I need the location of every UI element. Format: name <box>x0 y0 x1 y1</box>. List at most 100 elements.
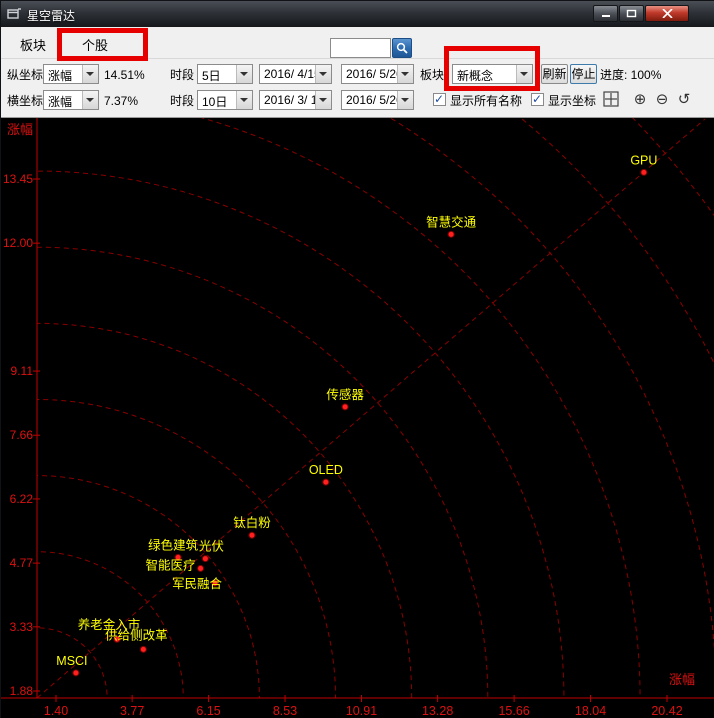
chart-point-label: 绿色建筑 <box>148 537 199 552</box>
end-date-picker-2[interactable]: 2016/ 5/26 <box>341 90 414 110</box>
x-tick-label: 13.28 <box>422 704 453 718</box>
x-axis-label: 横坐标 <box>7 94 43 108</box>
crosshair-icon <box>603 91 619 107</box>
chart-point[interactable] <box>641 169 647 175</box>
x-axis-change-value: 7.37% <box>104 94 138 108</box>
chevron-down-icon <box>516 65 532 83</box>
crosshair-mode-button[interactable] <box>602 90 620 108</box>
x-axis-metric-select[interactable]: 涨幅 <box>43 90 99 110</box>
chart-point[interactable] <box>198 565 204 571</box>
tab-stock[interactable]: 个股 <box>71 35 119 57</box>
x-tick-label: 6.15 <box>196 704 220 718</box>
chevron-down-icon <box>397 65 413 83</box>
y-axis-label: 纵坐标 <box>7 68 43 82</box>
y-axis-title: 涨幅 <box>7 122 33 137</box>
maximize-button[interactable] <box>619 5 644 22</box>
x-tick-label: 1.40 <box>44 704 68 718</box>
scatter-chart[interactable]: 1.40 3.77 6.15 8.53 10.91 13.28 15.66 18.04 20.4… <box>1 118 714 718</box>
search-icon <box>396 42 408 54</box>
period-select-2[interactable]: 10日 <box>197 90 253 110</box>
stop-button[interactable]: 停止 <box>570 64 597 84</box>
zoom-out-button[interactable]: ⊖ <box>653 90 671 108</box>
x-tick-label: 15.66 <box>498 704 529 718</box>
tab-divider <box>1 58 714 59</box>
y-tick-label: 12.00 <box>3 236 33 250</box>
progress-text: 进度: 100% <box>600 68 661 82</box>
chart-point-label: GPU <box>630 153 657 167</box>
show-coords-checkbox[interactable] <box>531 93 544 106</box>
x-tick-label: 20.42 <box>651 704 682 718</box>
chart-point[interactable] <box>448 231 454 237</box>
chevron-down-icon <box>397 91 413 109</box>
chart-canvas[interactable]: 1.40 3.77 6.15 8.53 10.91 13.28 15.66 18.04 20.4… <box>1 118 714 718</box>
sector-label: 板块 <box>420 68 444 82</box>
app-window: 星空雷达 板块 个股 纵坐标 涨幅 <box>0 0 714 718</box>
tab-sector[interactable]: 板块 <box>9 35 57 57</box>
minimize-icon <box>601 9 611 18</box>
minimize-button[interactable] <box>593 5 618 22</box>
chart-point-label: 钛白粉 <box>233 515 271 530</box>
chevron-down-icon <box>236 65 252 83</box>
show-coords-label: 显示坐标 <box>548 94 596 108</box>
y-tick-label: 4.77 <box>10 556 34 570</box>
maximize-icon <box>626 9 637 18</box>
close-icon <box>662 9 673 18</box>
titlebar: 星空雷达 <box>1 1 714 27</box>
grid-arc <box>1 476 259 718</box>
x-tick-label: 8.53 <box>273 704 297 718</box>
chart-point[interactable] <box>73 670 79 676</box>
chart-point-label: 光伏 <box>199 540 225 554</box>
x-tick-label: 18.04 <box>575 704 606 718</box>
period-label-1: 时段 <box>170 68 194 82</box>
chart-point[interactable] <box>249 532 255 538</box>
reset-view-icon: ↺ <box>678 91 691 108</box>
y-tick-label: 1.88 <box>10 684 34 698</box>
y-tick-label: 6.22 <box>10 492 34 506</box>
y-tick-label: 3.33 <box>10 620 34 634</box>
chart-point[interactable] <box>342 404 348 410</box>
chart-point-label: 智能医疗 <box>146 557 196 572</box>
refresh-button[interactable]: 刷新 <box>541 64 568 84</box>
grid-arc <box>1 171 564 718</box>
chart-point-label: 军民融合 <box>172 576 223 591</box>
search-input[interactable] <box>330 38 391 58</box>
window-title: 星空雷达 <box>27 7 75 24</box>
chart-point-label: OLED <box>309 463 343 477</box>
x-tick-label: 3.77 <box>120 704 144 718</box>
toolbar: 板块 个股 纵坐标 涨幅 14.51% 时段 5日 2016/ 4/15 201… <box>1 27 714 118</box>
chevron-down-icon <box>315 91 331 109</box>
y-tick-label: 9.11 <box>11 364 34 378</box>
chevron-down-icon <box>82 91 98 109</box>
chevron-down-icon <box>315 65 331 83</box>
chevron-down-icon <box>82 65 98 83</box>
close-button[interactable] <box>645 5 689 22</box>
show-all-names-label: 显示所有名称 <box>450 94 522 108</box>
diagonal-guide-line <box>37 119 705 698</box>
chevron-down-icon <box>236 91 252 109</box>
start-date-picker-2[interactable]: 2016/ 3/ 1 <box>259 90 332 110</box>
zoom-out-icon: ⊖ <box>656 91 669 108</box>
y-axis-change-value: 14.51% <box>104 68 145 82</box>
period-label-2: 时段 <box>170 94 194 108</box>
period-select-1[interactable]: 5日 <box>197 64 253 84</box>
concept-select[interactable]: 新概念 <box>452 64 533 84</box>
start-date-picker-1[interactable]: 2016/ 4/15 <box>259 64 332 84</box>
chart-point-label: 供给侧改革 <box>105 628 168 642</box>
y-tick-label: 13.45 <box>3 172 33 186</box>
chart-point-label: 智慧交通 <box>426 214 477 229</box>
x-axis-title: 涨幅 <box>669 672 695 687</box>
chart-point[interactable] <box>202 556 208 562</box>
chart-point[interactable] <box>323 479 329 485</box>
show-all-names-checkbox[interactable] <box>433 93 446 106</box>
reset-view-button[interactable]: ↺ <box>675 90 693 108</box>
chart-point-label: MSCI <box>56 654 87 668</box>
zoom-in-icon: ⊕ <box>634 91 647 108</box>
chart-point[interactable] <box>140 646 146 652</box>
y-tick-label: 7.66 <box>10 428 34 442</box>
end-date-picker-1[interactable]: 2016/ 5/26 <box>341 64 414 84</box>
chart-point-label: 传感器 <box>326 387 364 402</box>
y-axis-metric-select[interactable]: 涨幅 <box>43 64 99 84</box>
zoom-in-button[interactable]: ⊕ <box>631 90 649 108</box>
x-tick-label: 10.91 <box>346 704 377 718</box>
search-button[interactable] <box>392 38 412 58</box>
